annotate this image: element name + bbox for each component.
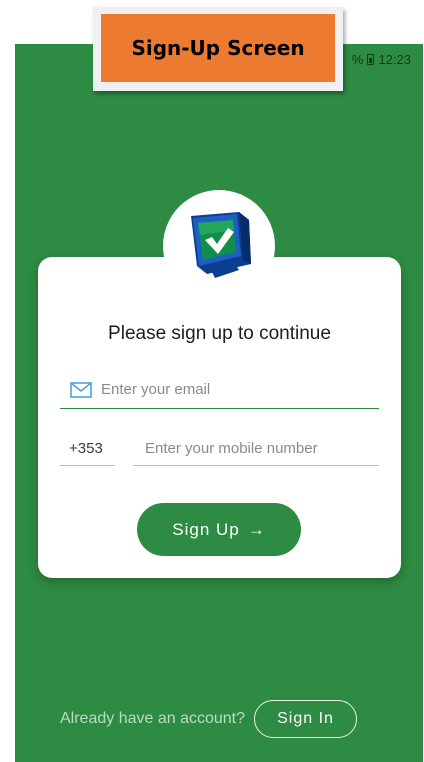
battery-percent: % bbox=[351, 52, 364, 67]
footer: Already have an account? Sign In bbox=[60, 700, 358, 738]
card-title: Please sign up to continue bbox=[108, 323, 331, 344]
status-time: 12:23 bbox=[378, 52, 411, 67]
mail-icon bbox=[70, 381, 92, 398]
email-placeholder: Enter your email bbox=[101, 381, 211, 398]
monitor-check-logo bbox=[191, 212, 251, 278]
sign-up-label: Sign Up bbox=[172, 519, 240, 539]
signup-card: Please sign up to continue Enter your em… bbox=[38, 257, 401, 578]
sign-in-button[interactable]: Sign In bbox=[254, 700, 358, 738]
status-bar: % 12:23 bbox=[352, 52, 411, 67]
banner-title: Sign-Up Screen bbox=[131, 36, 305, 60]
banner-label-box: Sign-Up Screen bbox=[101, 14, 335, 82]
country-code-field[interactable]: +353 bbox=[60, 432, 115, 466]
sign-up-button[interactable]: Sign Up → bbox=[137, 503, 301, 556]
mobile-number-field[interactable]: Enter your mobile number bbox=[133, 432, 379, 466]
email-field[interactable]: Enter your email bbox=[60, 371, 379, 409]
screen-title-banner: Sign-Up Screen bbox=[93, 7, 343, 91]
app-logo bbox=[163, 190, 275, 302]
arrow-right-icon: → bbox=[247, 519, 266, 539]
battery-icon bbox=[367, 54, 375, 65]
account-question: Already have an account? bbox=[60, 710, 246, 727]
phone-row: +353 Enter your mobile number bbox=[60, 432, 379, 466]
